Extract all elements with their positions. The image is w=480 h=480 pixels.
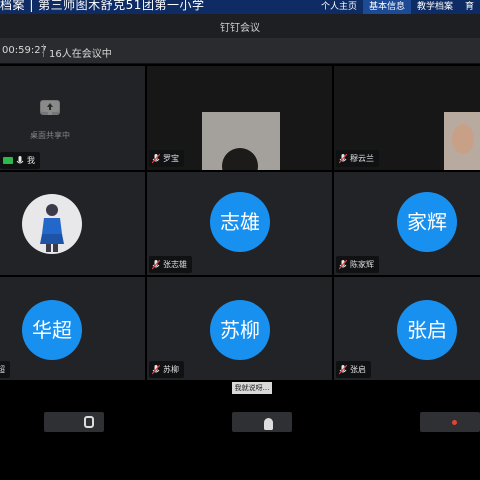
mic-muted-icon xyxy=(152,153,160,163)
video-tile[interactable]: 穆云兰 xyxy=(334,66,480,170)
participant-name: 张启 xyxy=(350,365,366,374)
toolbar-fragment xyxy=(44,412,104,432)
participant-name: 张志雄 xyxy=(163,260,187,269)
avatar-tile[interactable]: 家辉 陈家辉 xyxy=(334,172,480,275)
participant-name-tag: 超 xyxy=(0,361,10,378)
participant-name-tag: 罗宝 xyxy=(149,150,184,167)
lock-icon[interactable] xyxy=(264,418,273,430)
name-avatar: 志雄 xyxy=(210,192,270,252)
nav-link-basic-info[interactable]: 基本信息 xyxy=(362,0,411,14)
participant-name: 苏柳 xyxy=(163,365,179,374)
name-avatar: 华超 xyxy=(22,300,82,360)
participant-name-tag: 我 xyxy=(0,152,40,169)
mic-muted-icon xyxy=(339,153,347,163)
video-feed xyxy=(444,112,480,170)
participant-name-tag: 穆云兰 xyxy=(336,150,379,167)
window-title: 钉钉会议 xyxy=(220,23,260,34)
avatar-tile[interactable]: 张启 张启 xyxy=(334,277,480,380)
face-image xyxy=(452,124,474,154)
mic-muted-icon xyxy=(152,364,160,374)
mic-icon xyxy=(16,155,24,163)
participant-name: 我 xyxy=(27,156,35,165)
mic-muted-icon xyxy=(152,259,160,269)
site-nav-links: 个人主页 基本信息 教学档案 育 xyxy=(315,0,480,14)
record-icon[interactable] xyxy=(452,420,457,425)
participant-name: 陈家辉 xyxy=(350,260,374,269)
face-image xyxy=(222,148,258,170)
participant-name: 罗宝 xyxy=(163,154,179,163)
profile-photo-avatar xyxy=(22,194,82,254)
toolbar-fragment xyxy=(232,412,292,432)
mic-muted-icon xyxy=(339,364,347,374)
avatar-tile[interactable] xyxy=(0,172,145,275)
participant-count[interactable]: 16人在会议中 xyxy=(49,45,112,60)
participant-name-tag: 陈家辉 xyxy=(336,256,379,273)
participant-name-tag: 张志雄 xyxy=(149,256,192,273)
nav-link-home[interactable]: 个人主页 xyxy=(315,0,363,14)
name-avatar: 家辉 xyxy=(397,192,457,252)
speech-bubble: 我就说呀... xyxy=(232,382,272,394)
avatar-tile[interactable]: 苏柳 苏柳 xyxy=(147,277,332,380)
participant-name-tag: 苏柳 xyxy=(149,361,184,378)
school-title: 档案 | 第三师图木舒克51团第一小学 xyxy=(0,0,205,12)
nav-link-more[interactable]: 育 xyxy=(459,0,480,14)
nav-link-teaching-archive[interactable]: 教学档案 xyxy=(411,0,459,14)
bottom-toolbar-area: 我就说呀... xyxy=(0,380,480,480)
camera-icon xyxy=(3,157,13,164)
participant-name-tag: 张启 xyxy=(336,361,371,378)
screen-share-label: 桌面共享中 xyxy=(30,131,70,140)
divider xyxy=(43,44,44,57)
person-illustration xyxy=(40,204,64,252)
name-avatar: 苏柳 xyxy=(210,300,270,360)
video-feed xyxy=(202,112,280,170)
monitor-icon xyxy=(40,100,60,115)
name-avatar: 张启 xyxy=(397,300,457,360)
avatar-tile[interactable]: 华超 超 xyxy=(0,277,145,380)
meeting-timer: 00:59:27 xyxy=(2,45,47,56)
participant-name: 穆云兰 xyxy=(350,154,374,163)
video-tile[interactable]: 罗宝 xyxy=(147,66,332,170)
avatar-tile[interactable]: 志雄 张志雄 xyxy=(147,172,332,275)
meeting-info-bar: 00:59:27 16人在会议中 xyxy=(0,38,480,64)
screen-share-tile[interactable]: 桌面共享中 我 xyxy=(0,66,145,170)
mic-icon[interactable] xyxy=(84,416,94,428)
site-nav-bar: 档案 | 第三师图木舒克51团第一小学 个人主页 基本信息 教学档案 育 xyxy=(0,0,480,14)
participant-name: 超 xyxy=(0,365,5,374)
toolbar-fragment xyxy=(420,412,480,432)
mic-muted-icon xyxy=(339,259,347,269)
window-title-bar: 钉钉会议 xyxy=(0,14,480,38)
